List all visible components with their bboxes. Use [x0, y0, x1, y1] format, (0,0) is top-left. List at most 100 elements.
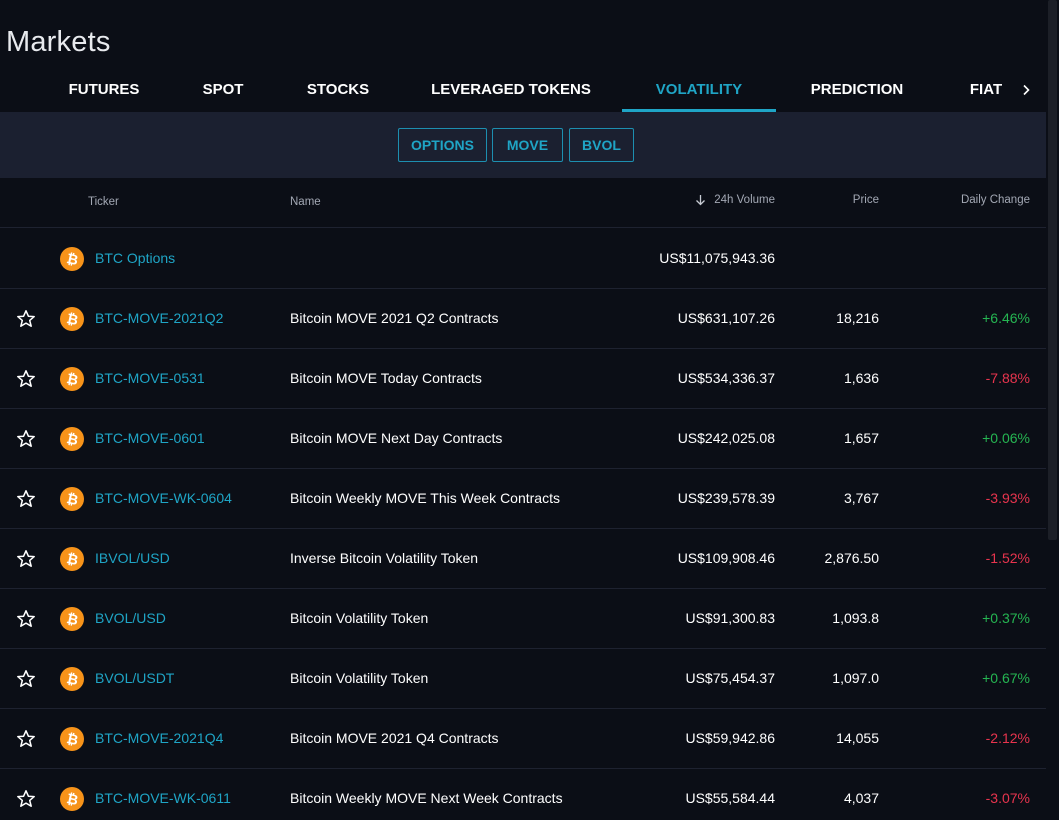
market-tabs: FUTURES SPOT STOCKS LEVERAGED TOKENS VOL… [0, 72, 1059, 112]
ticker-link[interactable]: BTC-MOVE-0601 [95, 430, 205, 446]
table-row[interactable]: ₿ BTC-MOVE-2021Q4 Bitcoin MOVE 2021 Q4 Con… [0, 709, 1059, 769]
price-value: 4,037 [843, 790, 879, 806]
price-value: 1,097.0 [832, 670, 879, 686]
market-name: Inverse Bitcoin Volatility Token [290, 550, 479, 566]
bitcoin-icon: ₿ [60, 667, 84, 691]
ticker-link[interactable]: BTC-MOVE-2021Q2 [95, 310, 223, 326]
tab-stocks[interactable]: STOCKS [302, 72, 374, 112]
tab-futures[interactable]: FUTURES [64, 72, 144, 112]
ticker-link[interactable]: BTC Options [95, 250, 175, 266]
volume-value: US$11,075,943.36 [659, 250, 775, 266]
tab-spot[interactable]: SPOT [196, 72, 250, 112]
bitcoin-icon: ₿ [60, 487, 84, 511]
volume-value: US$239,578.39 [677, 490, 775, 506]
market-name: Bitcoin Volatility Token [290, 670, 429, 686]
subtab-bvol[interactable]: BVOL [569, 128, 634, 162]
star-icon[interactable] [16, 729, 36, 749]
table-row[interactable]: ₿ BVOL/USDT Bitcoin Volatility Token US$75,… [0, 649, 1059, 709]
markets-page: Markets FUTURES SPOT STOCKS LEVERAGED TO… [0, 0, 1059, 820]
volume-value: US$91,300.83 [685, 610, 775, 626]
daily-change-value: +0.37% [982, 610, 1030, 626]
daily-change-value: +6.46% [982, 310, 1030, 326]
ticker-link[interactable]: BTC-MOVE-WK-0604 [95, 490, 232, 506]
star-icon[interactable] [16, 549, 36, 569]
subtab-move[interactable]: MOVE [492, 128, 563, 162]
column-header-volume-label: 24h Volume [714, 194, 775, 206]
table-row[interactable]: ₿ IBVOL/USD Inverse Bitcoin Volatility Tok… [0, 529, 1059, 589]
scrollbar-thumb[interactable] [1048, 0, 1057, 540]
price-value: 1,657 [843, 430, 879, 446]
page-title: Markets [6, 26, 111, 58]
market-name: Bitcoin MOVE Today Contracts [290, 370, 482, 386]
daily-change-value: -2.12% [985, 730, 1030, 746]
ticker-link[interactable]: BTC-MOVE-2021Q4 [95, 730, 223, 746]
bitcoin-icon: ₿ [60, 727, 84, 751]
ticker-link[interactable]: IBVOL/USD [95, 550, 170, 566]
market-name: Bitcoin Weekly MOVE This Week Contracts [290, 490, 560, 506]
price-value: 2,876.50 [824, 550, 880, 566]
column-header-volume[interactable]: 24h Volume [695, 194, 775, 206]
daily-change-value: -7.88% [985, 370, 1030, 386]
star-icon[interactable] [16, 609, 36, 629]
bitcoin-icon: ₿ [60, 367, 84, 391]
volatility-subtabs-bar: OPTIONS MOVE BVOL [0, 112, 1059, 178]
tabs-scroll-right-button[interactable] [1016, 80, 1036, 100]
column-header-name[interactable]: Name [290, 196, 321, 208]
table-row[interactable]: ₿ BTC-MOVE-WK-0604 Bitcoin Weekly MOVE Thi… [0, 469, 1059, 529]
column-header-daily-change[interactable]: Daily Change [961, 194, 1030, 206]
ticker-link[interactable]: BVOL/USD [95, 610, 166, 626]
daily-change-value: +0.67% [982, 670, 1030, 686]
volume-value: US$55,584.44 [685, 790, 775, 806]
chevron-right-icon [1023, 84, 1030, 96]
volume-value: US$631,107.26 [677, 310, 775, 326]
market-name: Bitcoin MOVE Next Day Contracts [290, 430, 503, 446]
ticker-link[interactable]: BVOL/USDT [95, 670, 174, 686]
subtab-options[interactable]: OPTIONS [398, 128, 487, 162]
star-icon[interactable] [16, 429, 36, 449]
table-header: Ticker Name 24h Volume Price Daily Chang… [0, 178, 1059, 228]
page-scrollbar[interactable] [1046, 0, 1059, 820]
star-icon[interactable] [16, 489, 36, 509]
table-row[interactable]: ₿ BVOL/USD Bitcoin Volatility Token US$91,3… [0, 589, 1059, 649]
bitcoin-icon: ₿ [60, 307, 84, 331]
tab-prediction[interactable]: PREDICTION [802, 72, 912, 112]
daily-change-value: -3.93% [985, 490, 1030, 506]
price-value: 14,055 [836, 730, 879, 746]
daily-change-value: +0.06% [982, 430, 1030, 446]
column-header-ticker[interactable]: Ticker [88, 196, 119, 208]
volume-value: US$109,908.46 [677, 550, 775, 566]
price-value: 3,767 [843, 490, 879, 506]
market-name: Bitcoin MOVE 2021 Q2 Contracts [290, 310, 499, 326]
market-name: Bitcoin Weekly MOVE Next Week Contracts [290, 790, 563, 806]
daily-change-value: -1.52% [985, 550, 1030, 566]
tab-fiat[interactable]: FIAT [964, 72, 1008, 112]
volume-value: US$242,025.08 [677, 430, 775, 446]
bitcoin-icon: ₿ [60, 607, 84, 631]
star-icon[interactable] [16, 309, 36, 329]
market-name: Bitcoin Volatility Token [290, 610, 429, 626]
bitcoin-icon: ₿ [60, 247, 84, 271]
table-row[interactable]: ₿ BTC Options US$11,075,943.36 [0, 229, 1059, 289]
bitcoin-icon: ₿ [60, 547, 84, 571]
star-icon[interactable] [16, 789, 36, 809]
volume-value: US$59,942.86 [685, 730, 775, 746]
table-row[interactable]: ₿ BTC-MOVE-WK-0611 Bitcoin Weekly MOVE Nex… [0, 769, 1059, 820]
bitcoin-icon: ₿ [60, 787, 84, 811]
daily-change-value: -3.07% [985, 790, 1030, 806]
star-icon[interactable] [16, 669, 36, 689]
price-value: 1,636 [843, 370, 879, 386]
volume-value: US$534,336.37 [677, 370, 775, 386]
price-value: 18,216 [836, 310, 879, 326]
tab-leveraged-tokens[interactable]: LEVERAGED TOKENS [426, 72, 596, 112]
arrow-down-icon [696, 195, 706, 206]
star-icon[interactable] [16, 369, 36, 389]
ticker-link[interactable]: BTC-MOVE-WK-0611 [95, 790, 231, 806]
ticker-link[interactable]: BTC-MOVE-0531 [95, 370, 205, 386]
price-value: 1,093.8 [832, 610, 879, 626]
bitcoin-icon: ₿ [60, 427, 84, 451]
column-header-price[interactable]: Price [853, 194, 879, 206]
tab-volatility[interactable]: VOLATILITY [622, 72, 776, 112]
table-row[interactable]: ₿ BTC-MOVE-0601 Bitcoin MOVE Next Day Cont… [0, 409, 1059, 469]
table-row[interactable]: ₿ BTC-MOVE-2021Q2 Bitcoin MOVE 2021 Q2 Con… [0, 289, 1059, 349]
table-row[interactable]: ₿ BTC-MOVE-0531 Bitcoin MOVE Today Contrac… [0, 349, 1059, 409]
